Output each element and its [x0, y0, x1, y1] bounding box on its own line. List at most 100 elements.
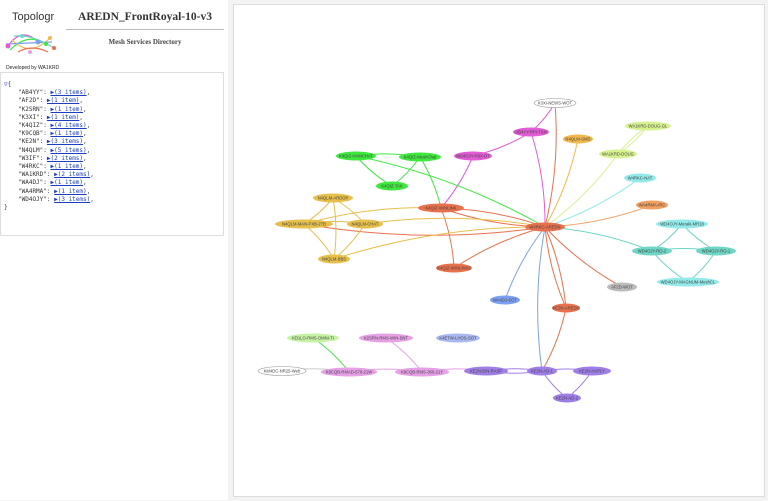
page-title: AREDN_FrontRoyal-10-v3: [78, 11, 212, 23]
json-comma: ,: [86, 146, 91, 154]
json-entry-key: "W3IF":: [18, 154, 47, 162]
json-entry-expand-link[interactable]: ▶(2 items): [47, 155, 83, 162]
graph-edge: [687, 250, 717, 283]
graph-node[interactable]: WA1KRD-DOUG-GL: [625, 121, 671, 131]
title-divider: [66, 29, 224, 30]
graph-edge: [544, 204, 653, 230]
graph-node-label: K3XI-NEWS-WOT: [538, 101, 573, 106]
json-entry: "AB4YY": ▶(3 items),: [4, 89, 223, 97]
json-entry-expand-link[interactable]: ▶(1 item): [47, 97, 80, 104]
json-entry-expand-link[interactable]: ▶(3 items): [54, 196, 90, 203]
left-panel: Topologr Developed by WA1KRD AREDN_Front…: [0, 0, 228, 500]
network-graph[interactable]: W4RKC-AREDN K3XI-NEWS-WOT AB4YY-RPI-TSN N4Q…: [234, 5, 764, 496]
graph-node-label: K4QIZ-WINLINK2: [437, 266, 471, 271]
graph-panel[interactable]: W4RKC-AREDN K3XI-NEWS-WOT AB4YY-RPI-TSN N4Q…: [233, 4, 765, 497]
json-entry-key: "K9CQB":: [18, 130, 51, 138]
graph-node[interactable]: K9CQB-RMS-360-21Y: [395, 367, 449, 377]
graph-node-label: N4QLM-CHAT: [352, 222, 379, 227]
graph-node[interactable]: KD1LO-RMS-OMNI-TI: [287, 333, 339, 343]
json-close-brace: }: [4, 204, 8, 212]
graph-node-label: K2SRN-RMS-WIN-SNT: [364, 336, 408, 341]
graph-node-label: N4QLM-MAN-PXB-2TB: [282, 222, 326, 227]
graph-node[interactable]: AB4YY-RPI-TSN: [513, 127, 549, 137]
graph-node[interactable]: KE2N-AD-2: [553, 393, 581, 403]
json-entry-expand-link[interactable]: ▶(3 items): [47, 138, 83, 145]
graph-edge: [530, 131, 548, 228]
graph-node[interactable]: K4QIZ-TAK: [376, 181, 408, 191]
graph-node-label: K9CQB-RMAD-570-21W: [326, 370, 372, 375]
json-entry-expand-link[interactable]: ▶(1 item): [51, 163, 84, 170]
graph-node-label: WD4OJY-RO-1: [702, 249, 731, 254]
json-tree-panel: ▽{ "AB4YY": ▶(3 items), "AF2D": ▶(1 item)…: [0, 72, 224, 236]
graph-node[interactable]: K4QIZ-MeshChat: [399, 152, 441, 162]
json-entry-expand-link[interactable]: ▶(1 item): [54, 188, 87, 195]
graph-edge: [537, 226, 547, 372]
graph-node[interactable]: WD4OJY-MAGNUM-MeshCL: [657, 277, 719, 287]
json-entry: "AF2D": ▶(1 item),: [4, 97, 223, 105]
graph-node[interactable]: WD4OJY-RO-1: [696, 246, 736, 256]
json-comma: ,: [83, 154, 87, 162]
graph-node[interactable]: K4QIZ-HAMCHAT: [336, 151, 376, 161]
json-entry-expand-link[interactable]: ▶(1 item): [51, 130, 84, 137]
graph-node[interactable]: K9CQB-RMAD-570-21W: [321, 367, 377, 377]
graph-node[interactable]: N4QLM-CHAT: [347, 219, 383, 229]
json-open-brace: {: [7, 81, 12, 88]
json-entry-expand-link[interactable]: ▶(5 items): [51, 147, 87, 154]
graph-node[interactable]: WD4OJY-Meraki-MR18: [656, 219, 708, 229]
graph-node[interactable]: K4QIZ-WINLINK2: [436, 263, 472, 273]
graph-edge: [544, 153, 619, 228]
graph-node[interactable]: K2SRN-RMS-WIN-SNT: [359, 333, 413, 343]
graph-node-label: K4QIZ-HAMCHAT: [339, 154, 373, 159]
graph-node[interactable]: N4QLM-BBS: [318, 254, 350, 264]
json-comma: ,: [90, 171, 94, 179]
graph-node-label: KE2N-BIN-RASP: [470, 369, 502, 374]
page-subtitle: Mesh Services Directory: [108, 38, 182, 46]
json-entry-key: "WD4OJY":: [18, 195, 55, 203]
json-entry-expand-link[interactable]: ▶(1 item): [47, 114, 80, 121]
graph-edge: [541, 307, 567, 372]
graph-node-label: N4QLM-ARDOP: [318, 196, 349, 201]
json-entry-key: "AB4YY":: [18, 89, 51, 97]
json-entry: "K4QIZ": ▶(4 items),: [4, 122, 223, 130]
graph-node[interactable]: KM4DC-NR25-Web: [257, 366, 307, 376]
json-comma: ,: [86, 122, 91, 130]
json-comma: ,: [90, 195, 94, 203]
graph-node[interactable]: K4QIZ-WINLINK: [418, 203, 464, 213]
graph-node[interactable]: WA4RMA-IRC: [636, 200, 668, 210]
graph-node[interactable]: KE2N-AD-1: [527, 366, 557, 376]
graph-node[interactable]: N4QLM-SMD: [563, 134, 593, 144]
graph-node-label: WD4OJY-MAGNUM-MeshCL: [661, 280, 716, 285]
json-entry-expand-link[interactable]: ▶(2 items): [54, 171, 90, 178]
graph-node[interactable]: WD4OJY-PBX-DT: [454, 151, 492, 161]
json-entry: "WA4DJ": ▶(1 item),: [4, 179, 223, 187]
graph-edge: [355, 155, 393, 187]
graph-edge: [312, 337, 350, 373]
json-entry-expand-link[interactable]: ▶(4 items): [51, 122, 87, 129]
graph-node[interactable]: W4RKC-AREDN: [525, 222, 565, 232]
graph-node[interactable]: KE2N-BIN-RASP: [464, 366, 508, 376]
graph-edge: [385, 337, 423, 373]
graph-node[interactable]: K3XI-NEWS-WOT: [533, 98, 577, 108]
graph-node[interactable]: WA1KRD-DOUG: [599, 149, 637, 159]
json-entry-key: "W4RKC":: [18, 163, 51, 171]
graph-node[interactable]: WD4OJY-RO-2: [632, 246, 672, 256]
json-entry-expand-link[interactable]: ▶(1 item): [51, 179, 84, 186]
graph-node[interactable]: KE2N-HAPLY: [573, 366, 611, 376]
graph-node[interactable]: W4RKC-NAT: [624, 173, 656, 183]
graph-node[interactable]: AF2D-WOT: [607, 282, 637, 292]
json-entry-expand-link[interactable]: ▶(1 item): [51, 106, 84, 113]
graph-node-label: K4QIZ-WINLINK: [426, 206, 457, 211]
json-comma: ,: [83, 130, 87, 138]
json-entry-expand-link[interactable]: ▶(3 items): [51, 89, 87, 96]
graph-node[interactable]: N4QLM-MAN-PXB-2TB: [275, 219, 333, 229]
json-entry: "N4QLM": ▶(5 items),: [4, 147, 223, 155]
graph-edge: [419, 156, 443, 209]
json-entry-key: "WA4RMA":: [18, 187, 55, 195]
json-comma: ,: [83, 138, 87, 146]
graph-node[interactable]: K4ETW-LHOS-SOT: [436, 333, 480, 343]
graph-node-label: WD4OJY-RO-2: [638, 249, 667, 254]
graph-node-label: K4ETW-LHOS-SOT: [439, 336, 477, 341]
graph-node[interactable]: KE2N-AREDN: [552, 303, 580, 313]
graph-node[interactable]: N4QLM-ARDOP: [313, 193, 353, 203]
graph-node[interactable]: WA4DJ-SOT: [490, 295, 520, 305]
